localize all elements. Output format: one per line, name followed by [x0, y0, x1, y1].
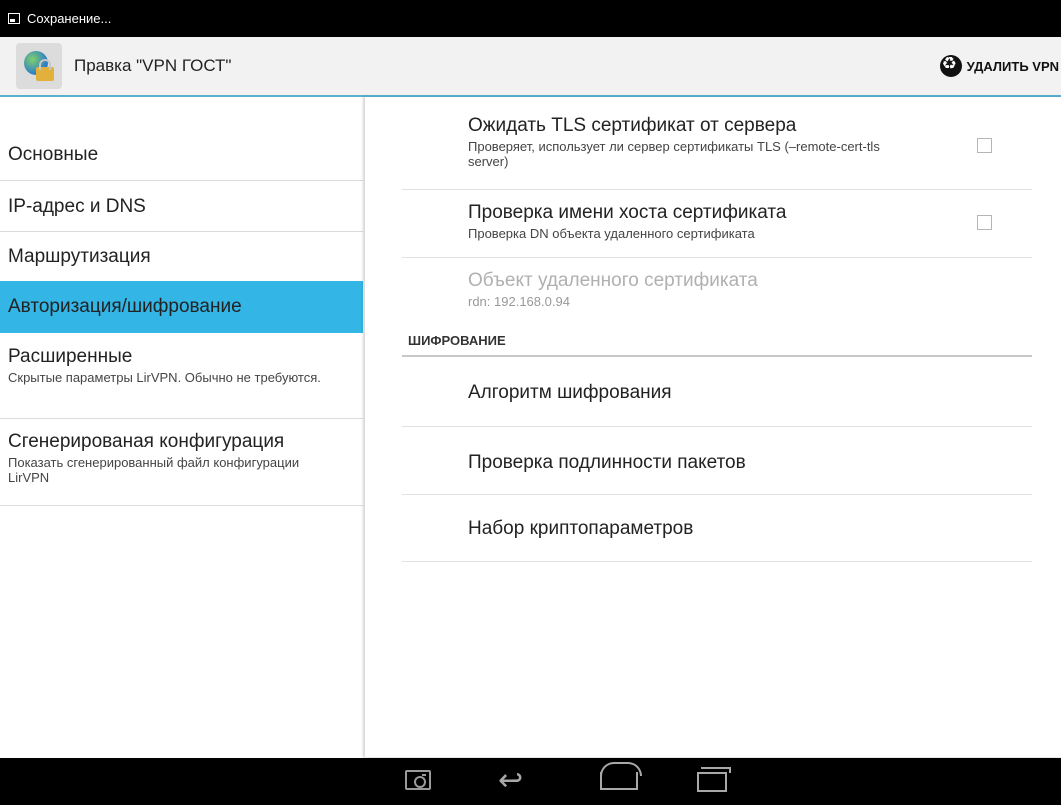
pref-title: Ожидать TLS сертификат от сервера — [468, 115, 797, 136]
pref-title: Набор криптопараметров — [468, 518, 694, 539]
sidebar-item-routing[interactable]: Маршрутизация — [0, 246, 363, 268]
sidebar-item-label: Расширенные — [8, 346, 133, 367]
sidebar-item-label: Авторизация/шифрование — [8, 296, 242, 317]
sidebar-item-label: Основные — [8, 144, 99, 165]
pref-expect-tls-cert[interactable]: Ожидать TLS сертификат от сервера Провер… — [468, 115, 918, 169]
sidebar-item-generated-config[interactable]: Сгенерированая конфигурация Показать сге… — [0, 431, 363, 485]
pref-crypto-params[interactable]: Набор криптопараметров — [468, 518, 693, 540]
pref-summary: Проверка DN объекта удаленного сертифика… — [468, 226, 755, 241]
action-bar: Правка "VPN ГОСТ" УДАЛИТЬ VPN — [0, 37, 1061, 95]
navigation-bar: ↩ — [0, 758, 1061, 805]
sidebar-item-general[interactable]: Основные — [0, 144, 363, 166]
status-text: Сохранение... — [27, 11, 112, 26]
screenshot-icon[interactable] — [405, 770, 431, 790]
delete-vpn-label: УДАЛИТЬ VPN — [966, 58, 1059, 74]
pref-check-hostname[interactable]: Проверка имени хоста сертификата Проверк… — [468, 202, 918, 241]
pref-title: Объект удаленного сертификата — [468, 270, 758, 291]
divider — [0, 231, 363, 232]
sidebar-item-advanced[interactable]: Расширенные Скрытые параметры LirVPN. Об… — [0, 346, 363, 385]
sidebar-item-sub: Показать сгенерированный файл конфигурац… — [8, 455, 300, 485]
divider — [402, 257, 1032, 258]
recents-icon[interactable] — [697, 767, 731, 792]
status-bar: Сохранение... — [0, 0, 1061, 37]
pref-cipher-algorithm[interactable]: Алгоритм шифрования — [468, 382, 672, 404]
sidebar-item-label: Маршрутизация — [8, 246, 151, 267]
app-icon[interactable] — [16, 43, 62, 89]
divider — [402, 561, 1032, 562]
pref-summary: rdn: 192.168.0.94 — [468, 294, 570, 309]
divider — [402, 426, 1032, 427]
recycle-icon — [939, 54, 962, 77]
pref-remote-cert-object: Объект удаленного сертификата rdn: 192.1… — [468, 270, 918, 309]
back-icon[interactable]: ↩ — [498, 766, 523, 796]
home-icon[interactable] — [600, 762, 642, 790]
delete-vpn-button[interactable]: УДАЛИТЬ VPN — [939, 37, 1061, 95]
sidebar-item-label: Сгенерированая конфигурация — [8, 431, 285, 452]
pref-title: Проверка подлинности пакетов — [468, 452, 746, 473]
pref-title: Проверка имени хоста сертификата — [468, 202, 787, 223]
pref-title: Алгоритм шифрования — [468, 382, 672, 403]
divider — [402, 494, 1032, 495]
tls-cert-checkbox[interactable] — [977, 138, 992, 153]
lock-icon — [36, 59, 54, 81]
sidebar-item-label: IP-адрес и DNS — [8, 196, 146, 217]
hostname-checkbox[interactable] — [977, 215, 992, 230]
divider — [402, 189, 1032, 190]
pref-packet-auth[interactable]: Проверка подлинности пакетов — [468, 452, 746, 474]
image-icon — [8, 13, 20, 24]
sidebar-item-ip-dns[interactable]: IP-адрес и DNS — [0, 196, 363, 218]
sidebar-item-sub: Скрытые параметры LirVPN. Обычно не треб… — [8, 370, 321, 385]
sidebar-item-auth-encryption[interactable]: Авторизация/шифрование — [0, 281, 363, 333]
pref-summary: Проверяет, использует ли сервер сертифик… — [468, 139, 880, 169]
section-header-encryption: ШИФРОВАНИЕ — [408, 333, 506, 348]
divider — [0, 505, 363, 506]
divider — [0, 418, 363, 419]
page-title: Правка "VPN ГОСТ" — [74, 56, 232, 75]
section-divider — [402, 355, 1032, 357]
divider — [0, 180, 363, 181]
details-panel — [365, 97, 1061, 757]
